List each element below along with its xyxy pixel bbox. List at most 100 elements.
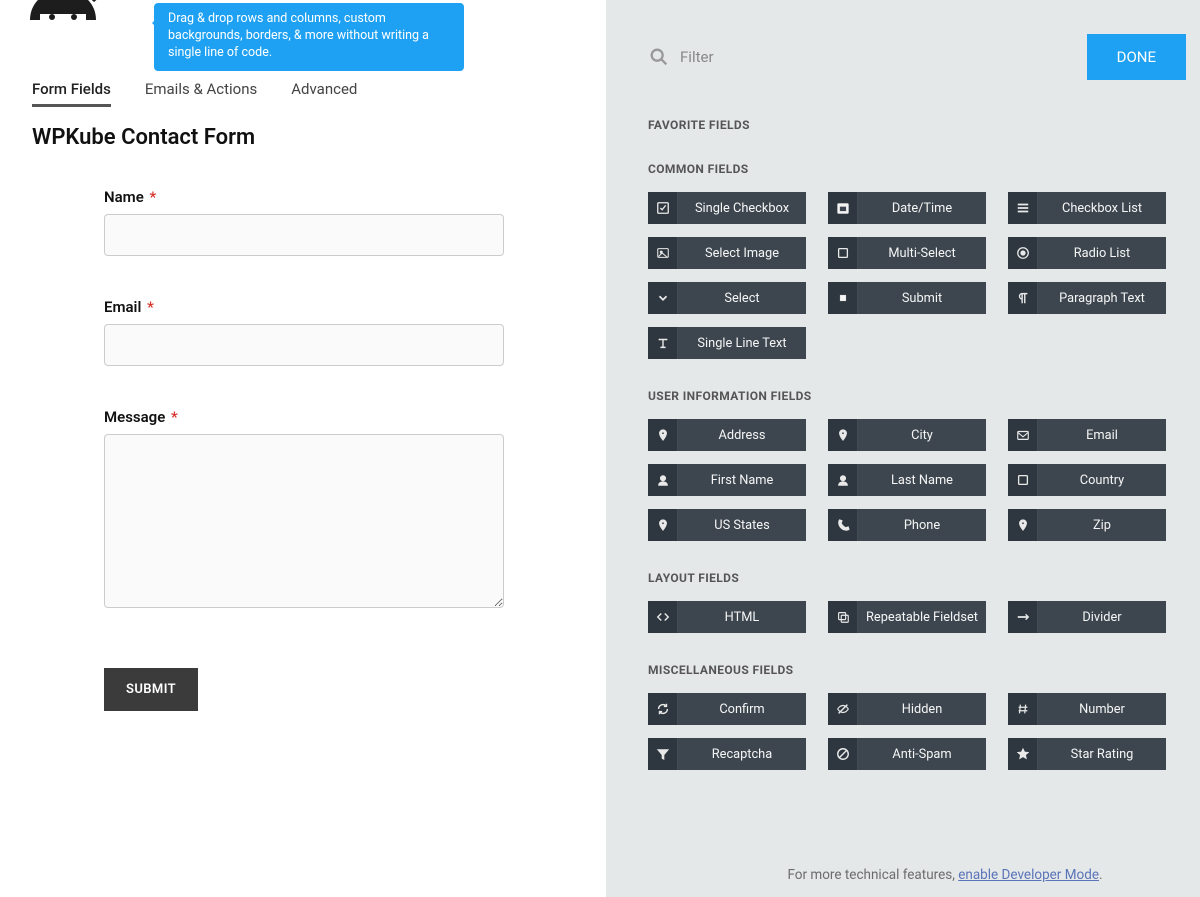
submit-button[interactable]: SUBMIT <box>104 668 198 711</box>
field-type-label: Anti-Spam <box>858 738 986 770</box>
field-type-label: Date/Time <box>858 192 986 224</box>
paragraph-icon <box>1008 282 1038 314</box>
name-label: Name * <box>104 188 504 206</box>
dot-circle-icon <box>1008 237 1038 269</box>
field-type-label: US States <box>678 509 806 541</box>
field-type-us-states[interactable]: US States <box>648 509 806 541</box>
field-type-date-time[interactable]: Date/Time <box>828 192 986 224</box>
field-type-label: Country <box>1038 464 1166 496</box>
eye-off-icon <box>828 693 858 725</box>
field-type-label: Single Checkbox <box>678 192 806 224</box>
field-type-single-checkbox[interactable]: Single Checkbox <box>648 192 806 224</box>
field-type-label: Checkbox List <box>1038 192 1166 224</box>
field-type-anti-spam[interactable]: Anti-Spam <box>828 738 986 770</box>
copy-icon <box>828 601 858 633</box>
message-field-group: Message * <box>104 408 504 612</box>
field-type-label: Select <box>678 282 806 314</box>
user-icon <box>828 464 858 496</box>
field-type-label: Address <box>678 419 806 451</box>
field-type-label: Multi-Select <box>858 237 986 269</box>
tab-form-fields[interactable]: Form Fields <box>32 74 111 107</box>
field-type-email[interactable]: Email <box>1008 419 1166 451</box>
filter-area <box>648 46 1087 68</box>
field-type-address[interactable]: Address <box>648 419 806 451</box>
promo-tooltip: Drag & drop rows and columns, custom bac… <box>154 3 464 71</box>
enable-dev-mode-link[interactable]: enable Developer Mode <box>958 867 1099 883</box>
field-type-label: Select Image <box>678 237 806 269</box>
field-type-last-name[interactable]: Last Name <box>828 464 986 496</box>
refresh-icon <box>648 693 678 725</box>
code-icon <box>648 601 678 633</box>
field-type-paragraph-text[interactable]: Paragraph Text <box>1008 282 1166 314</box>
filter-input[interactable] <box>680 48 1087 66</box>
field-type-repeatable-fieldset[interactable]: Repeatable Fieldset <box>828 601 986 633</box>
field-type-country[interactable]: Country <box>1008 464 1166 496</box>
name-input[interactable] <box>104 214 504 256</box>
field-type-hidden[interactable]: Hidden <box>828 693 986 725</box>
email-label: Email * <box>104 298 504 316</box>
section-user: USER INFORMATION FIELDS <box>648 389 1186 403</box>
field-type-label: Repeatable Fieldset <box>858 601 986 633</box>
field-type-label: City <box>858 419 986 451</box>
field-type-select-image[interactable]: Select Image <box>648 237 806 269</box>
name-field-group: Name * <box>104 188 504 256</box>
hash-icon <box>1008 693 1038 725</box>
form-editor-panel: Drag & drop rows and columns, custom bac… <box>0 0 606 897</box>
search-icon <box>648 46 670 68</box>
section-common: COMMON FIELDS <box>648 162 1186 176</box>
field-type-confirm[interactable]: Confirm <box>648 693 806 725</box>
field-type-phone[interactable]: Phone <box>828 509 986 541</box>
field-type-recaptcha[interactable]: Recaptcha <box>648 738 806 770</box>
field-type-html[interactable]: HTML <box>648 601 806 633</box>
email-field-group: Email * <box>104 298 504 366</box>
field-type-label: Submit <box>858 282 986 314</box>
field-type-zip[interactable]: Zip <box>1008 509 1166 541</box>
field-type-first-name[interactable]: First Name <box>648 464 806 496</box>
text-line-icon <box>648 327 678 359</box>
field-type-number[interactable]: Number <box>1008 693 1166 725</box>
pin-icon <box>828 419 858 451</box>
field-type-multi-select[interactable]: Multi-Select <box>828 237 986 269</box>
calendar-icon <box>828 192 858 224</box>
pin-icon <box>648 509 678 541</box>
section-misc: MISCELLANEOUS FIELDS <box>648 663 1186 677</box>
field-drawer-panel: DONE FAVORITE FIELDS COMMON FIELDS Singl… <box>606 0 1200 897</box>
field-type-label: Confirm <box>678 693 806 725</box>
tab-emails-actions[interactable]: Emails & Actions <box>145 74 257 107</box>
field-type-label: Star Rating <box>1038 738 1166 770</box>
square-small-icon <box>828 282 858 314</box>
field-type-divider[interactable]: Divider <box>1008 601 1166 633</box>
field-type-label: Recaptcha <box>678 738 806 770</box>
square-icon <box>1008 464 1038 496</box>
ban-icon <box>828 738 858 770</box>
message-input[interactable] <box>104 434 504 608</box>
field-type-label: Zip <box>1038 509 1166 541</box>
field-type-label: Hidden <box>858 693 986 725</box>
field-type-checkbox-list[interactable]: Checkbox List <box>1008 192 1166 224</box>
field-type-label: Last Name <box>858 464 986 496</box>
star-icon <box>1008 738 1038 770</box>
image-icon <box>648 237 678 269</box>
square-icon <box>828 237 858 269</box>
pin-icon <box>1008 509 1038 541</box>
user-icon <box>648 464 678 496</box>
field-type-label: Radio List <box>1038 237 1166 269</box>
field-type-select[interactable]: Select <box>648 282 806 314</box>
done-button[interactable]: DONE <box>1087 34 1186 80</box>
field-type-radio-list[interactable]: Radio List <box>1008 237 1166 269</box>
field-type-city[interactable]: City <box>828 419 986 451</box>
field-type-label: Divider <box>1038 601 1166 633</box>
field-type-star-rating[interactable]: Star Rating <box>1008 738 1166 770</box>
tab-advanced[interactable]: Advanced <box>291 74 357 107</box>
arrows-icon <box>1008 601 1038 633</box>
list-icon <box>1008 192 1038 224</box>
form-title: WPKube Contact Form <box>32 125 606 150</box>
phone-icon <box>828 509 858 541</box>
field-type-label: Paragraph Text <box>1038 282 1166 314</box>
field-type-label: First Name <box>678 464 806 496</box>
field-type-single-line-text[interactable]: Single Line Text <box>648 327 806 359</box>
field-type-label: Single Line Text <box>678 327 806 359</box>
form-preview: Name * Email * Message * SUBMIT <box>0 150 504 711</box>
email-input[interactable] <box>104 324 504 366</box>
field-type-submit[interactable]: Submit <box>828 282 986 314</box>
